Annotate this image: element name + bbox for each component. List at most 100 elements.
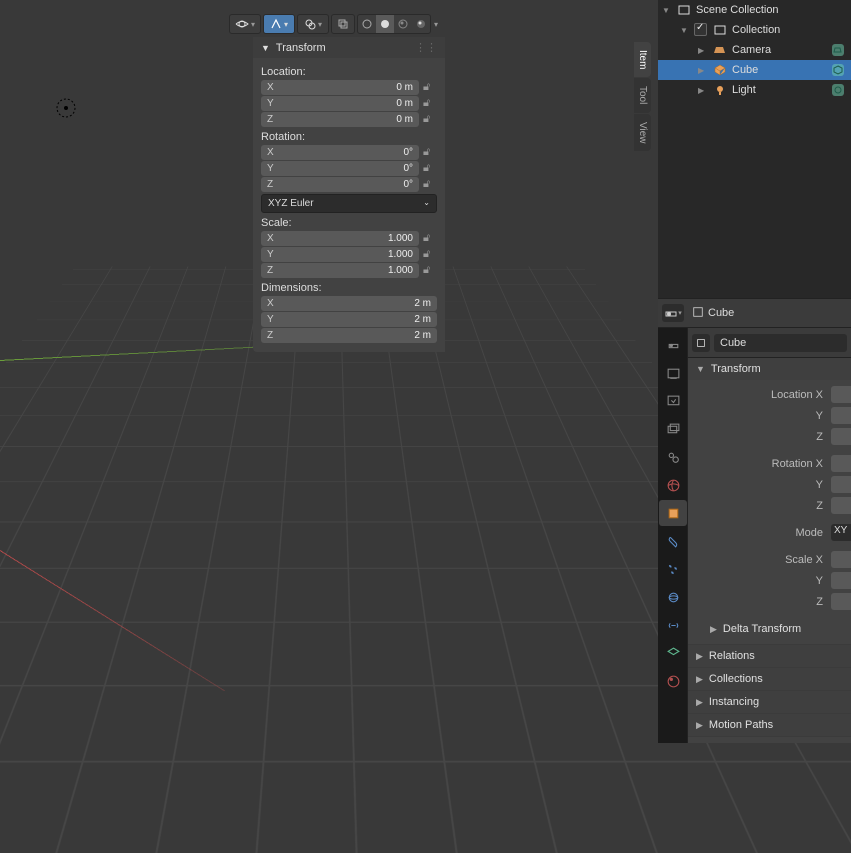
n-tab-tool[interactable]: Tool — [634, 78, 651, 112]
xray-toggle[interactable] — [331, 14, 355, 34]
lock-icon[interactable]: 🔓︎ — [423, 97, 437, 111]
scale-y-input[interactable] — [831, 572, 851, 589]
prop-tab-scene[interactable] — [659, 444, 687, 470]
outliner-scene-collection[interactable]: ▼ Scene Collection — [658, 0, 851, 20]
viewport-3d[interactable]: ▾ ▾ ▾ ▾ X Y Z ▼ Transform ⋮⋮ — [0, 0, 658, 743]
gizmo-dropdown[interactable]: ▾ — [263, 14, 295, 34]
section-motion-paths-header[interactable]: ▶Motion Paths — [688, 714, 851, 736]
mesh-icon[interactable] — [692, 334, 710, 352]
rotation-x-input[interactable] — [831, 455, 851, 472]
mesh-icon — [692, 306, 704, 321]
mesh-data-badge-icon[interactable] — [831, 63, 845, 77]
outliner-label: Cube — [732, 64, 758, 76]
dim-z-field[interactable]: Z2 m — [261, 328, 437, 343]
rotation-y-field[interactable]: Y0° — [261, 161, 419, 176]
location-z-input[interactable] — [831, 428, 851, 445]
prop-tab-output[interactable] — [659, 388, 687, 414]
outliner-collection[interactable]: ▼ Collection — [658, 20, 851, 40]
shading-solid[interactable] — [376, 15, 394, 33]
prop-tab-data[interactable] — [659, 640, 687, 666]
light-object-dashed-circle[interactable] — [55, 97, 77, 119]
collection-icon — [712, 22, 728, 38]
prop-tab-constraints[interactable] — [659, 612, 687, 638]
dim-x-field[interactable]: X2 m — [261, 296, 437, 311]
camera-data-badge-icon[interactable] — [831, 43, 845, 57]
mode-dropdown[interactable]: XY — [831, 524, 851, 541]
prop-tab-world[interactable] — [659, 472, 687, 498]
section-collections-header[interactable]: ▶ Collections — [688, 668, 851, 690]
n-tab-view[interactable]: View — [634, 114, 651, 152]
object-name-input[interactable]: Cube — [714, 334, 847, 352]
lock-icon[interactable]: 🔓︎ — [423, 146, 437, 160]
outliner-light[interactable]: ▶ Light — [658, 80, 851, 100]
location-label: Location: — [261, 66, 437, 78]
rotation-x-field[interactable]: X0° — [261, 145, 419, 160]
section-relations-header[interactable]: ▶Relations — [688, 645, 851, 667]
outliner-camera[interactable]: ▶ Camera — [658, 40, 851, 60]
outliner-label: Collection — [732, 24, 780, 36]
visibility-dropdown[interactable]: ▾ — [229, 14, 261, 34]
expand-icon[interactable]: ▶ — [698, 46, 708, 55]
lock-icon[interactable]: 🔓︎ — [423, 113, 437, 127]
section-transform-header[interactable]: ▼Transform — [688, 358, 851, 380]
lock-icon[interactable]: 🔓︎ — [423, 81, 437, 95]
transform-panel-header[interactable]: ▼ Transform ⋮⋮ — [253, 37, 445, 58]
lock-icon[interactable]: 🔓︎ — [423, 248, 437, 262]
section-title: Motion Paths — [709, 719, 773, 731]
location-y-input[interactable] — [831, 407, 851, 424]
shading-rendered[interactable] — [412, 15, 430, 33]
prop-tab-viewlayer[interactable] — [659, 416, 687, 442]
prop-tab-object[interactable] — [659, 500, 687, 526]
scale-x-input[interactable] — [831, 551, 851, 568]
dim-y-field[interactable]: Y2 m — [261, 312, 437, 327]
prop-tab-material[interactable] — [659, 668, 687, 694]
location-x-field[interactable]: X0 m — [261, 80, 419, 95]
location-y-label: Y — [816, 410, 823, 422]
scale-y-field[interactable]: Y1.000 — [261, 247, 419, 262]
expand-icon[interactable]: ▶ — [698, 86, 708, 95]
location-y-field[interactable]: Y0 m — [261, 96, 419, 111]
expand-icon[interactable]: ▶ — [698, 66, 708, 75]
collection-checkbox[interactable] — [694, 23, 708, 37]
expand-icon[interactable]: ▼ — [662, 6, 672, 15]
lock-icon[interactable]: 🔓︎ — [423, 232, 437, 246]
prop-tab-render[interactable] — [659, 360, 687, 386]
rotation-z-input[interactable] — [831, 497, 851, 514]
shading-dropdown-chevron[interactable]: ▾ — [434, 20, 438, 29]
mode-label: Mode — [795, 527, 823, 539]
section-title: Instancing — [709, 696, 759, 708]
rotation-y-label: Y — [816, 479, 823, 491]
scale-x-field[interactable]: X1.000 — [261, 231, 419, 246]
rotation-y-input[interactable] — [831, 476, 851, 493]
panel-drag-icon[interactable]: ⋮⋮ — [415, 41, 437, 54]
scale-z-input[interactable] — [831, 593, 851, 610]
shading-mode-segmented — [357, 14, 431, 34]
rotation-mode-dropdown[interactable]: XYZ Euler⌄ — [261, 194, 437, 213]
prop-tab-particles[interactable] — [659, 556, 687, 582]
delta-transform-header[interactable]: ▶Delta Transform — [696, 618, 843, 640]
n-tab-item[interactable]: Item — [634, 42, 651, 77]
prop-tab-modifiers[interactable] — [659, 528, 687, 554]
collapse-arrow-icon: ▼ — [261, 43, 270, 53]
rotation-z-field[interactable]: Z0° — [261, 177, 419, 192]
outliner-cube[interactable]: ▶ Cube — [658, 60, 851, 80]
expand-icon[interactable]: ▼ — [680, 26, 690, 35]
rotation-z-label: Z — [816, 500, 823, 512]
prop-tab-physics[interactable] — [659, 584, 687, 610]
section-instancing-header[interactable]: ▶Instancing — [688, 691, 851, 713]
properties-editor-type-icon[interactable]: ▾ — [662, 304, 684, 322]
scale-z-field[interactable]: Z1.000 — [261, 263, 419, 278]
shading-material[interactable] — [394, 15, 412, 33]
light-data-badge-icon[interactable] — [831, 83, 845, 97]
overlay-dropdown[interactable]: ▾ — [297, 14, 329, 34]
lock-icon[interactable]: 🔓︎ — [423, 178, 437, 192]
section-title: Collections — [709, 673, 763, 685]
expand-arrow-icon: ▶ — [696, 674, 703, 685]
lock-icon[interactable]: 🔓︎ — [423, 162, 437, 176]
lock-icon[interactable]: 🔓︎ — [423, 264, 437, 278]
prop-tab-tool[interactable] — [659, 332, 687, 358]
shading-wireframe[interactable] — [358, 15, 376, 33]
location-x-input[interactable] — [831, 386, 851, 403]
location-z-field[interactable]: Z0 m — [261, 112, 419, 127]
outliner[interactable]: ▼ Scene Collection ▼ Collection ▶ Camera… — [658, 0, 851, 298]
